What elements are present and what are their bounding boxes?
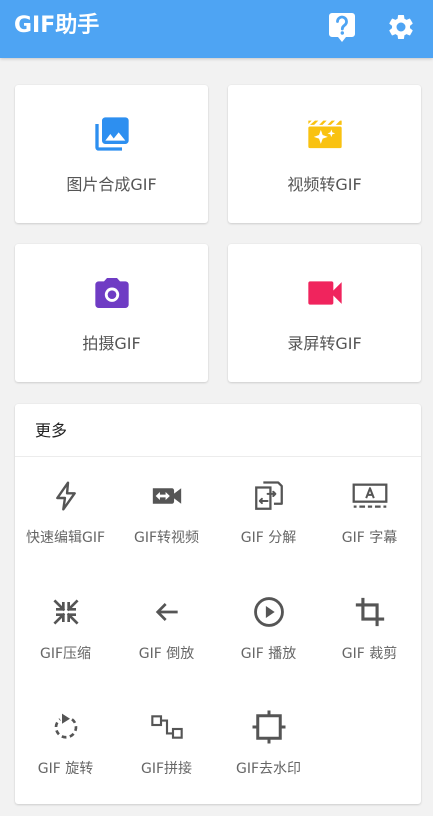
tool-label: 快速编辑GIF bbox=[25, 530, 106, 546]
tool-gif-rotate[interactable]: GIF 旋转 bbox=[15, 707, 116, 807]
gif-to-video-icon bbox=[152, 488, 181, 504]
crop-icon bbox=[355, 597, 384, 627]
app-bar: GIF助手 bbox=[0, 0, 433, 58]
divider bbox=[15, 456, 421, 457]
tool-label: GIF 分解 bbox=[240, 530, 297, 546]
card-label: 拍摄GIF bbox=[82, 334, 141, 353]
card-shoot-gif[interactable]: 拍摄GIF bbox=[15, 244, 208, 382]
remove-watermark-icon bbox=[252, 710, 285, 744]
tool-gif-compress[interactable]: GIF压缩 bbox=[15, 592, 116, 692]
tool-label: GIF 倒放 bbox=[138, 646, 195, 662]
movie-sparkle-icon bbox=[307, 120, 342, 149]
tool-label: GIF压缩 bbox=[39, 646, 92, 662]
tool-gif-split[interactable]: GIF 分解 bbox=[218, 476, 319, 576]
compress-icon bbox=[52, 599, 79, 625]
tool-label: GIF转视频 bbox=[133, 530, 200, 546]
gear-icon bbox=[389, 14, 413, 40]
tool-label: GIF 裁剪 bbox=[341, 646, 398, 662]
help-icon bbox=[329, 13, 355, 42]
flash-icon bbox=[55, 481, 76, 511]
more-tools-panel: 更多 快速编辑GIF GIF转视频 GIF 分解 GIF 字幕 GIF压缩 GI… bbox=[15, 404, 421, 804]
split-file-icon bbox=[254, 481, 283, 510]
tool-gif-play[interactable]: GIF 播放 bbox=[218, 592, 319, 692]
rotate-icon bbox=[54, 713, 77, 739]
card-video-to-gif[interactable]: 视频转GIF bbox=[228, 85, 421, 223]
tool-quick-edit-gif[interactable]: 快速编辑GIF bbox=[15, 476, 116, 576]
settings-button[interactable] bbox=[382, 8, 420, 46]
tool-gif-remove-watermark[interactable]: GIF去水印 bbox=[218, 707, 319, 807]
tool-gif-reverse[interactable]: GIF 倒放 bbox=[116, 592, 217, 692]
help-button[interactable] bbox=[323, 8, 361, 46]
card-screen-record-to-gif[interactable]: 录屏转GIF bbox=[228, 244, 421, 382]
card-label: 录屏转GIF bbox=[287, 334, 362, 353]
subtitle-icon bbox=[352, 483, 387, 508]
photo-library-icon bbox=[94, 117, 129, 151]
tool-gif-join[interactable]: GIF拼接 bbox=[116, 707, 217, 807]
play-circle-icon bbox=[253, 597, 284, 627]
tool-gif-to-video[interactable]: GIF转视频 bbox=[116, 476, 217, 576]
tool-label: GIF 播放 bbox=[240, 646, 297, 662]
arrow-left-icon bbox=[155, 603, 178, 621]
join-icon bbox=[150, 715, 183, 739]
more-title: 更多 bbox=[35, 421, 68, 440]
tool-gif-subtitle[interactable]: GIF 字幕 bbox=[319, 476, 420, 576]
camera-icon bbox=[94, 278, 129, 308]
tool-label: GIF 旋转 bbox=[37, 761, 94, 777]
tool-gif-crop[interactable]: GIF 裁剪 bbox=[319, 592, 420, 692]
card-label: 视频转GIF bbox=[287, 175, 362, 194]
card-images-to-gif[interactable]: 图片合成GIF bbox=[15, 85, 208, 223]
tool-label: GIF去水印 bbox=[235, 761, 302, 777]
card-label: 图片合成GIF bbox=[66, 175, 157, 194]
videocam-icon bbox=[307, 281, 342, 305]
app-title: GIF助手 bbox=[14, 13, 100, 38]
tool-label: GIF 字幕 bbox=[341, 530, 398, 546]
tool-label: GIF拼接 bbox=[140, 761, 193, 777]
